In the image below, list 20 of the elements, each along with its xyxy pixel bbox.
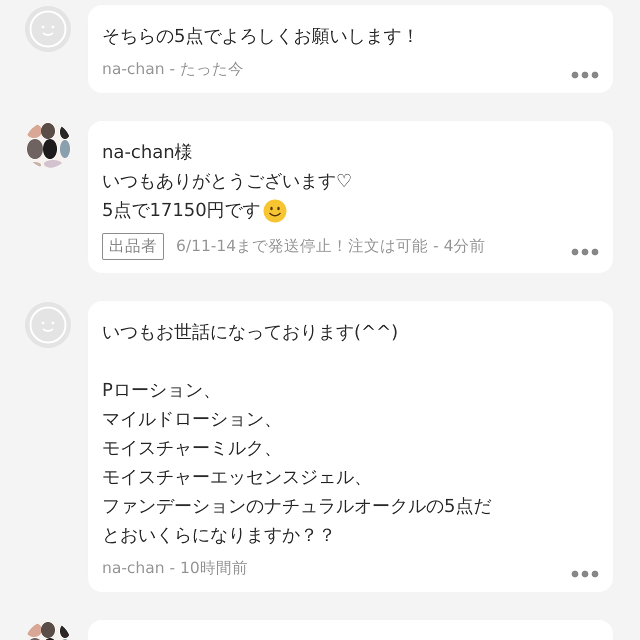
message-text: マイルドローション、 <box>102 408 282 432</box>
message-text: 5点で17150円です <box>102 199 261 223</box>
message-text: モイスチャーミルク、 <box>102 437 282 461</box>
message-text: モイスチャーエッセンスジェル、 <box>102 466 372 490</box>
comment-meta: 6/11-14まで発送停止！注文は可能 - 4分前 <box>176 236 486 257</box>
avatar-icon <box>25 6 71 52</box>
message-text: ファンデーションのナチュラルオークルの5点だ <box>102 495 492 519</box>
comment-meta: na-chan - 10時間前 <box>102 558 248 579</box>
seller-label: 出品者 <box>102 233 164 260</box>
message-text: とおいくらになりますか？？ <box>102 524 336 548</box>
more-icon[interactable] <box>571 248 599 256</box>
message-text: そちらの5点でよろしくお願いします！ <box>102 25 420 49</box>
more-icon[interactable] <box>571 570 599 578</box>
more-icon[interactable] <box>571 70 599 78</box>
message-text: いつもお世話になっております(^^) <box>102 321 398 345</box>
message-text: Pローション、 <box>102 379 221 403</box>
comment-meta: na-chan - たった今 <box>102 59 244 80</box>
message-text: いつもありがとうございます♡ <box>102 170 352 194</box>
avatar-icon <box>25 302 71 348</box>
message-text: na-chan様 <box>102 141 193 165</box>
